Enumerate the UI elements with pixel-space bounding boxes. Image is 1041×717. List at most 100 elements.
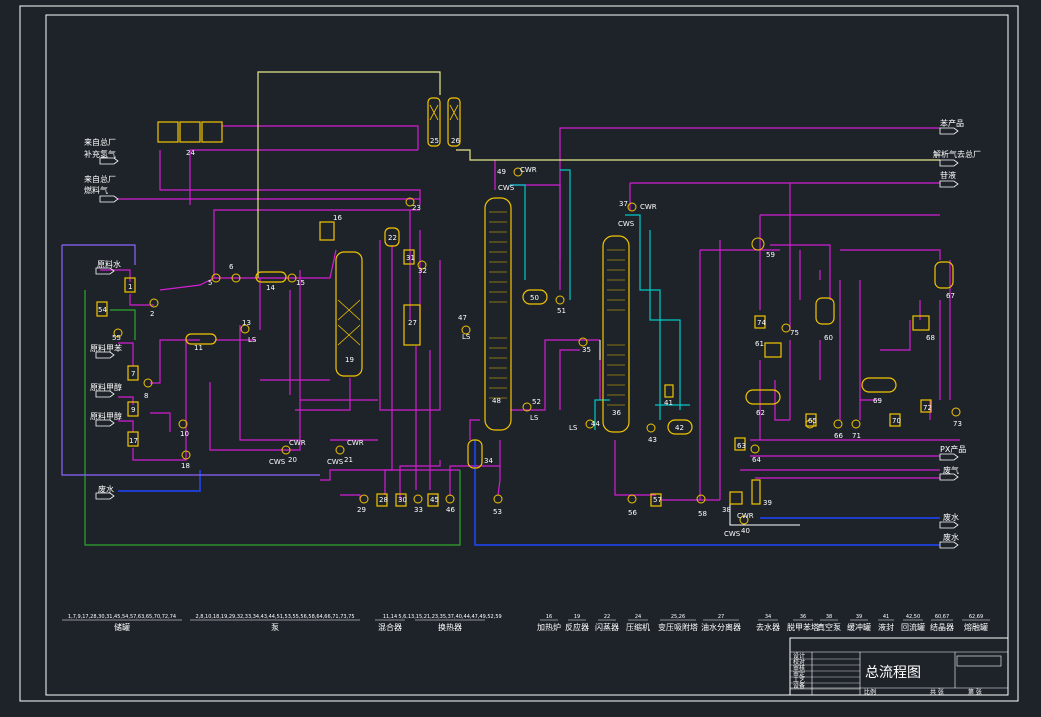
- tag-cws-21: CWS: [327, 458, 344, 466]
- legend-tags: 39: [856, 614, 862, 620]
- tag-cwr-49: CWR: [520, 166, 537, 174]
- title-block: 设计校对审核审定工艺设备 总流程图 比例 共 张 第 张: [789, 637, 1009, 696]
- equipment-number-60: 60: [824, 334, 833, 342]
- column-36: [602, 235, 630, 433]
- equipment-number-40: 40: [741, 527, 750, 535]
- tb-scale: 比例: [864, 688, 876, 696]
- equipment-number-62: 62: [756, 409, 765, 417]
- equipment-number-44: 44: [591, 420, 600, 428]
- equipment-number-64: 64: [752, 456, 761, 464]
- legend-tags: 11,14: [383, 614, 397, 620]
- crystallizer-60: [815, 297, 835, 325]
- equipment-number-1: 1: [128, 283, 132, 291]
- legend-name: 换热器: [438, 622, 462, 632]
- legend-name: 去水器: [756, 622, 780, 632]
- equipment-number-47: 47: [458, 314, 467, 322]
- equipment-number-43: 43: [648, 436, 657, 444]
- equipment-number-68: 68: [926, 334, 935, 342]
- legend-tags: 36: [800, 614, 806, 620]
- equipment-number-74: 74: [757, 319, 766, 327]
- label-waste-water-1: 废水: [943, 512, 959, 522]
- legend-tags: 38: [826, 614, 832, 620]
- legend-name: 结晶器: [930, 622, 954, 632]
- equipment-number-54: 54: [98, 306, 107, 314]
- equipment-number-5: 5: [208, 279, 212, 287]
- equipment-number-73: 73: [953, 420, 962, 428]
- equipment-number-69: 69: [873, 397, 882, 405]
- legend-name: 真空泵: [817, 622, 841, 632]
- tb-total: 共 张: [930, 688, 944, 696]
- tb-sheet: 第 张: [968, 688, 982, 696]
- equipment-number-13: 13: [242, 319, 251, 327]
- equipment-number-65: 65: [808, 417, 817, 425]
- legend-tags: 60,67: [935, 614, 949, 620]
- equipment-number-34: 34: [484, 457, 493, 465]
- process-flow-drawing: 来自总厂 补充氢气 来自总厂 燃料气 原料水 原料甲苯 原料甲醇 原料甲醇 废水…: [0, 0, 1041, 713]
- equipment-number-72: 72: [923, 404, 932, 412]
- label-desorbed-gas: 解析气去总厂: [933, 149, 981, 159]
- tag-ls-52: LS: [530, 414, 539, 422]
- buffer-tank-39: [751, 479, 761, 505]
- equipment-number-38: 38: [722, 506, 731, 514]
- equipment-number-26: 26: [451, 137, 460, 145]
- label-benzene-product: 苯产品: [940, 118, 964, 128]
- equipment-number-37: 37: [619, 200, 628, 208]
- equipment-number-19: 19: [345, 356, 354, 364]
- equipment-number-63: 63: [737, 442, 746, 450]
- tag-cwr-21: CWR: [347, 439, 364, 447]
- compressor-24-stage-2: [179, 121, 201, 143]
- legend-tags: 5,6,13,15,21,23,35,37,40,44,47,49,52,59: [398, 614, 501, 620]
- equipment-number-22: 22: [388, 234, 397, 242]
- legend-name: 缓冲罐: [847, 622, 871, 632]
- legend-tags: 62,69: [969, 614, 983, 620]
- legend-name: 储罐: [114, 622, 130, 632]
- label-heavy-liquid: 苷液: [940, 170, 956, 180]
- tag-ls-13: LS: [248, 336, 257, 344]
- outer-frame: [19, 5, 1019, 702]
- label-raw-water: 原料水: [97, 259, 121, 269]
- tag-cwr-37: CWR: [640, 203, 657, 211]
- compressor-24-stage-3: [201, 121, 223, 143]
- legend-name: 泵: [271, 623, 279, 632]
- tag-cws-37: CWS: [618, 220, 635, 228]
- heater-16: [319, 221, 335, 241]
- equipment-number-46: 46: [446, 506, 455, 514]
- equipment-number-10: 10: [180, 430, 189, 438]
- equipment-number-45: 45: [430, 496, 439, 504]
- equipment-number-17: 17: [129, 437, 138, 445]
- equipment-number-32: 32: [418, 267, 427, 275]
- legend-name: 油水分离器: [701, 622, 741, 632]
- equipment-number-9: 9: [131, 406, 135, 414]
- equipment-number-42: 42: [675, 424, 684, 432]
- vacuum-pump-38: [729, 491, 743, 505]
- equipment-number-21: 21: [344, 456, 353, 464]
- equipment-legend: 1,7,9,17,28,30,31,45,54,57,63,65,70,72,7…: [62, 614, 990, 632]
- unit-61: [764, 342, 782, 358]
- equipment-number-41: 41: [664, 399, 673, 407]
- tag-ls-47: LS: [462, 333, 471, 341]
- equipment-number-66: 66: [834, 432, 843, 440]
- tag-cws-40: CWS: [724, 530, 741, 538]
- equipment-number-31: 31: [406, 254, 415, 262]
- legend-tags: 25,26: [671, 614, 685, 620]
- legend-name: 变压吸附塔: [658, 622, 698, 632]
- legend-tags: 41: [883, 614, 889, 620]
- legend-tags: 34: [765, 614, 771, 620]
- equipment-number-61: 61: [755, 340, 764, 348]
- legend-name: 混合器: [378, 622, 402, 632]
- equipment-number-6: 6: [229, 263, 234, 271]
- drawing-title: 总流程图: [865, 665, 921, 681]
- equipment-number-14: 14: [266, 284, 275, 292]
- hydrogen-line: [257, 71, 940, 278]
- equipment-number-52: 52: [532, 398, 541, 406]
- legend-name: 闪蒸器: [595, 622, 619, 632]
- label-from-plant-2: 来自总厂: [84, 174, 116, 184]
- legend-tags: 27: [718, 614, 724, 620]
- drawing-canvas: 来自总厂 补充氢气 来自总厂 燃料气 原料水 原料甲苯 原料甲醇 原料甲醇 废水…: [19, 5, 1019, 702]
- equipment-number-27: 27: [408, 319, 417, 327]
- label-raw-methanol-1: 原料甲醇: [90, 382, 122, 392]
- compressor-24-stage-1: [157, 121, 179, 143]
- label-waste-water-2: 废水: [943, 532, 959, 542]
- legend-tags: 2,8,10,18,19,29,32,33,34,43,44,51,53,55,…: [195, 614, 354, 620]
- legend-tags: 16: [546, 614, 552, 620]
